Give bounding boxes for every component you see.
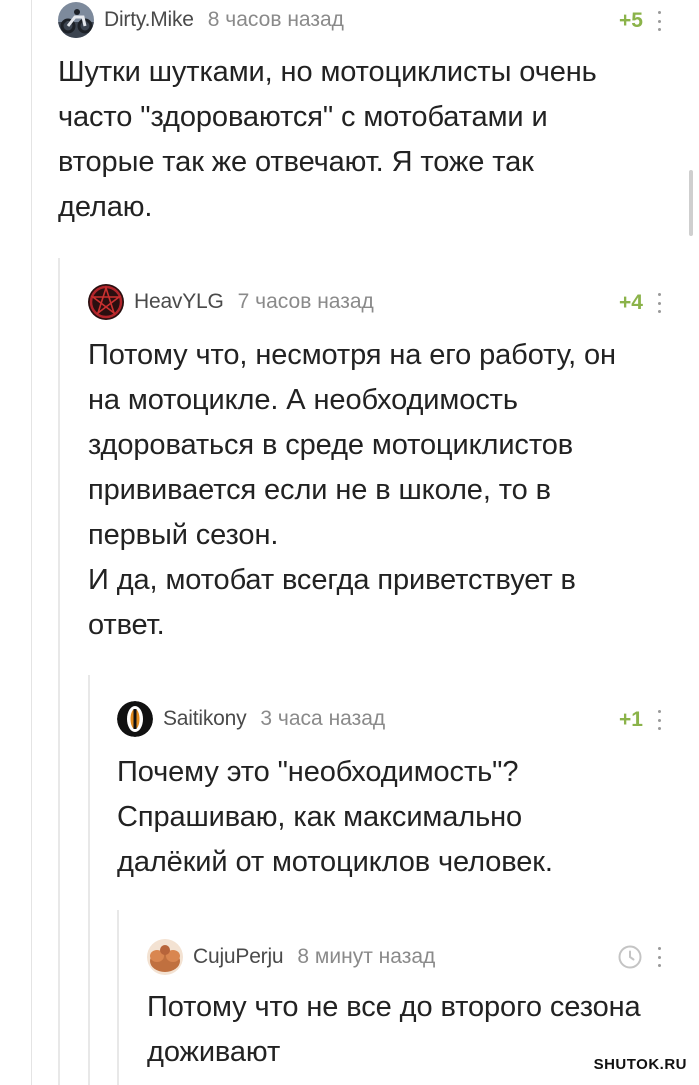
comment-header: Saitikony 3 часа назад <box>117 699 385 739</box>
comment-header: CujuPerju 8 минут назад <box>147 937 435 977</box>
comment-header: HeavYLG 7 часов назад <box>88 282 374 322</box>
clock-icon[interactable] <box>618 945 642 969</box>
username[interactable]: CujuPerju <box>193 945 284 969</box>
thread-left-edge <box>0 0 32 1085</box>
avatar[interactable] <box>88 284 124 320</box>
comment-time[interactable]: 8 часов назад <box>208 8 344 32</box>
comment-text: Почему это "необходимость"? Спрашиваю, к… <box>117 756 553 878</box>
more-icon[interactable] <box>656 710 662 730</box>
username[interactable]: HeavYLG <box>134 290 224 314</box>
avatar[interactable] <box>58 2 94 38</box>
watermark: SHUTOK.RU <box>593 1056 687 1073</box>
rating[interactable]: +1 <box>619 708 643 732</box>
emblem-avatar-icon <box>117 701 153 737</box>
comment-text: Потому что не все до второго сезона дожи… <box>147 991 641 1068</box>
rating[interactable]: +4 <box>619 291 643 315</box>
avatar[interactable] <box>117 701 153 737</box>
comment-text: Потому что, несмотря на его работу, он н… <box>88 339 616 641</box>
motorcycle-avatar-icon <box>58 2 94 38</box>
muscle-avatar-icon <box>147 939 183 975</box>
rating[interactable]: +5 <box>619 9 643 33</box>
thread-branch-line[interactable] <box>88 675 90 1085</box>
comment-header: Dirty.Mike 8 часов назад <box>58 0 344 40</box>
username[interactable]: Dirty.Mike <box>104 8 194 32</box>
more-icon[interactable] <box>656 11 662 31</box>
comment-text: Шутки шутками, но мотоциклисты очень час… <box>58 56 597 223</box>
thread-branch-line[interactable] <box>58 258 60 1085</box>
pentagram-avatar-icon <box>88 284 124 320</box>
comment-time[interactable]: 3 часа назад <box>260 707 385 731</box>
more-icon[interactable] <box>656 293 662 313</box>
username[interactable]: Saitikony <box>163 707 247 731</box>
comment-time[interactable]: 8 минут назад <box>297 945 435 969</box>
scrollbar[interactable] <box>689 170 693 236</box>
avatar[interactable] <box>147 939 183 975</box>
comment-time[interactable]: 7 часов назад <box>238 290 374 314</box>
thread-branch-line[interactable] <box>117 910 119 1085</box>
more-icon[interactable] <box>656 947 662 967</box>
